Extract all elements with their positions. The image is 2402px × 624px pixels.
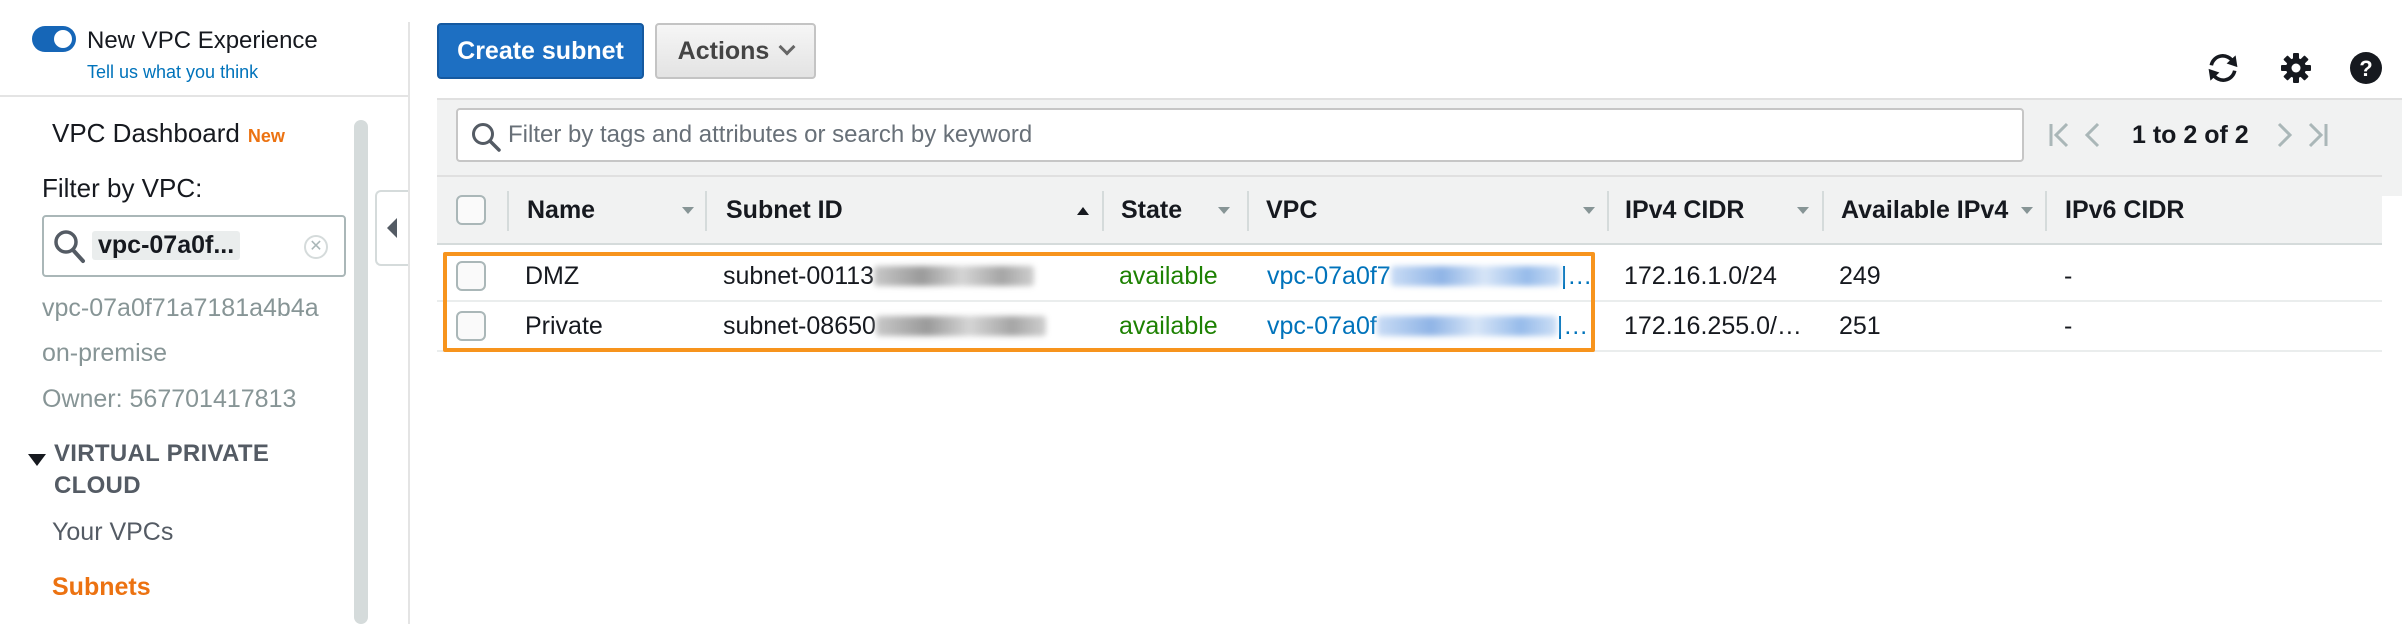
sidebar-nav: VPC Dashboard New Filter by VPC: vpc-07a0… <box>28 113 350 624</box>
search-bar[interactable] <box>456 108 2024 162</box>
cell-subnet-id: subnet-08650 <box>723 302 1046 350</box>
checkbox[interactable] <box>456 195 486 225</box>
column-header-subnet-id[interactable]: Subnet ID <box>726 177 843 243</box>
cell-available-ipv4: 251 <box>1839 311 1881 340</box>
search-icon <box>470 121 502 158</box>
help-icon[interactable]: ? <box>2348 50 2384 86</box>
sort-caret-icon[interactable] <box>1218 207 1230 214</box>
sidebar-scrollbar[interactable] <box>354 120 368 624</box>
cell-state: available <box>1119 311 1218 340</box>
next-page-icon[interactable] <box>2267 118 2301 152</box>
cell-state: available <box>1119 261 1218 290</box>
toggle-switch[interactable] <box>32 26 76 52</box>
filter-by-vpc-label: Filter by VPC: <box>42 173 203 203</box>
refresh-icon[interactable] <box>2205 50 2241 86</box>
cell-subnet-id: subnet-00113 <box>723 252 1035 300</box>
selected-vpc-id: vpc-07a0f71a7181a4b4a <box>42 294 319 322</box>
sidebar-item-vpc-dashboard[interactable]: VPC Dashboard New <box>52 118 285 149</box>
select-all-checkbox[interactable] <box>456 177 486 243</box>
cell-ipv4-cidr: 172.16.1.0/24 <box>1624 261 1777 290</box>
column-header-ipv6-cidr[interactable]: IPv6 CIDR <box>2065 177 2184 243</box>
pagination: 1 to 2 of 2 <box>2042 110 2335 160</box>
cell-vpc-link[interactable]: vpc-07a0f7 |… <box>1267 252 1592 300</box>
sidebar: New VPC Experience Tell us what you thin… <box>0 0 410 624</box>
search-input[interactable] <box>508 110 2008 160</box>
svg-text:?: ? <box>2359 56 2372 81</box>
checkbox[interactable] <box>456 311 486 341</box>
sort-caret-icon[interactable] <box>682 207 694 214</box>
previous-page-icon[interactable] <box>2076 118 2110 152</box>
cell-name: DMZ <box>525 261 580 290</box>
actions-button[interactable]: Actions <box>655 23 816 79</box>
redacted-text <box>1376 316 1557 336</box>
search-icon <box>52 228 86 269</box>
sort-caret-icon[interactable] <box>1797 207 1809 214</box>
selected-vpc-name: on-premise <box>42 339 168 367</box>
sidebar-item-label: VPC Dashboard <box>52 118 240 148</box>
toggle-label: New VPC Experience <box>87 27 318 54</box>
first-page-icon[interactable] <box>2042 118 2076 152</box>
sort-caret-icon[interactable] <box>2021 207 2033 214</box>
sidebar-item-your-vpcs[interactable]: Your VPCs <box>52 518 173 547</box>
actions-label: Actions <box>677 36 770 65</box>
column-header-vpc[interactable]: VPC <box>1266 177 1317 243</box>
sidebar-border <box>408 22 410 624</box>
redacted-text <box>1390 266 1561 286</box>
row-checkbox[interactable] <box>456 302 486 350</box>
chevron-down-icon <box>778 38 796 56</box>
sidebar-item-subnets[interactable]: Subnets <box>52 573 151 602</box>
column-header-available-ipv4[interactable]: Available IPv4 <box>1841 177 2008 243</box>
sort-ascending-icon[interactable] <box>1077 207 1089 215</box>
cell-ipv6-cidr: - <box>2064 311 2073 340</box>
feedback-link[interactable]: Tell us what you think <box>87 62 258 83</box>
clear-icon[interactable]: ✕ <box>304 235 328 259</box>
column-header-state[interactable]: State <box>1121 177 1182 243</box>
new-badge: New <box>247 126 285 146</box>
vpc-filter-token[interactable]: vpc-07a0f... <box>92 231 241 260</box>
row-checkbox[interactable] <box>456 252 486 300</box>
redacted-text <box>875 316 1046 336</box>
last-page-icon[interactable] <box>2301 118 2335 152</box>
table-row[interactable]: Private subnet-08650 available vpc-07a0f… <box>437 302 2382 352</box>
sidebar-divider <box>0 95 408 97</box>
sort-caret-icon[interactable] <box>1583 207 1595 214</box>
cell-name: Private <box>525 311 603 340</box>
cell-ipv6-cidr: - <box>2064 261 2073 290</box>
column-header-name[interactable]: Name <box>527 177 595 243</box>
column-header-ipv4-cidr[interactable]: IPv4 CIDR <box>1625 177 1744 243</box>
selected-vpc-owner: Owner: 567701417813 <box>42 385 297 413</box>
redacted-text <box>874 266 1035 286</box>
table-row[interactable]: DMZ subnet-00113 available vpc-07a0f7 |… … <box>437 252 2382 302</box>
collapse-sidebar-button[interactable] <box>375 190 409 266</box>
create-subnet-button[interactable]: Create subnet <box>437 23 644 79</box>
checkbox[interactable] <box>456 261 486 291</box>
gear-icon[interactable] <box>2278 50 2314 86</box>
cell-available-ipv4: 249 <box>1839 261 1881 290</box>
cell-vpc-link[interactable]: vpc-07a0f |… <box>1267 302 1588 350</box>
new-vpc-experience-toggle[interactable]: New VPC Experience <box>32 26 318 54</box>
cell-ipv4-cidr: 172.16.255.0/… <box>1624 311 1802 340</box>
table-header: Name Subnet ID State VPC IPv4 CIDR Avail… <box>437 175 2382 245</box>
vpc-filter-input[interactable]: vpc-07a0f... ✕ <box>42 215 346 277</box>
section-title: VIRTUAL PRIVATE CLOUD <box>54 440 270 499</box>
pagination-text: 1 to 2 of 2 <box>2132 120 2249 149</box>
caret-down-icon <box>28 454 46 466</box>
